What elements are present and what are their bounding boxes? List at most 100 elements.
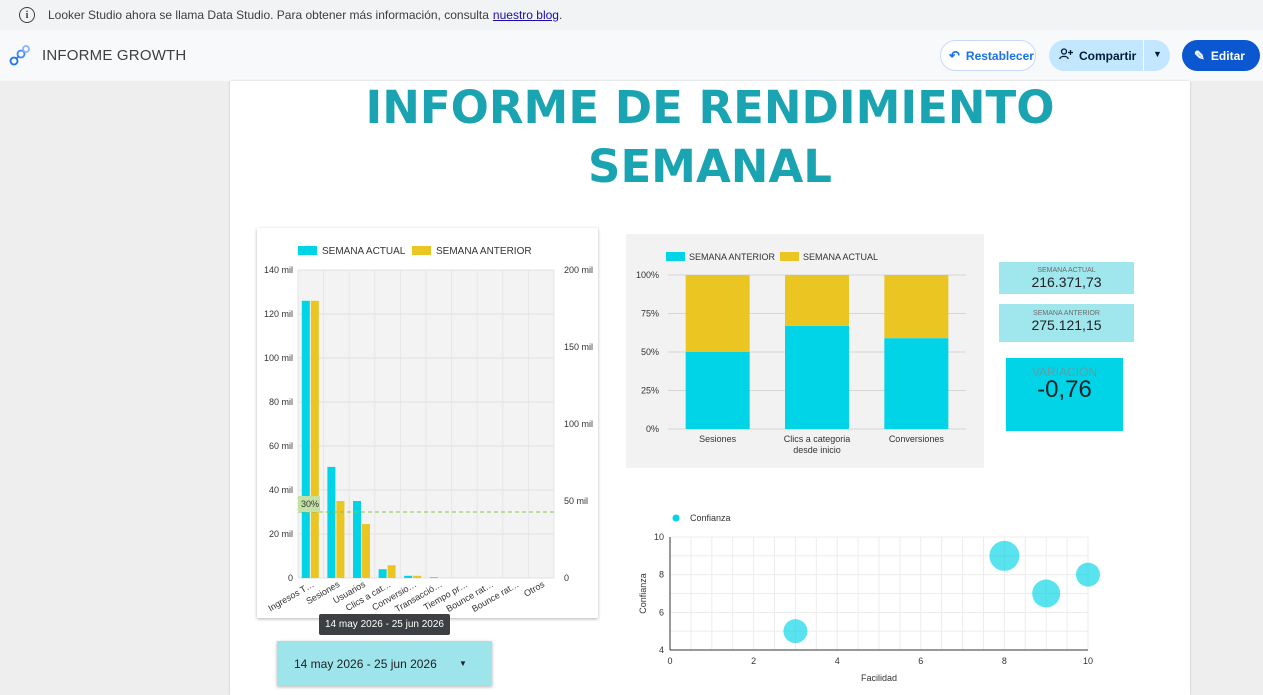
stacked-bar-segment [884,275,949,339]
share-button[interactable]: Compartir ▼ [1049,40,1170,71]
x-tick-label: 6 [918,656,923,666]
y-tick-label: 10 [654,532,664,542]
y-right-tick-label: 0 [564,573,569,583]
app-header: INFORME GROWTH ↶ Restablecer Compartir ▼… [0,30,1263,81]
report-title: INFORME DE RENDIMIENTO SEMANAL [230,81,1190,194]
y-tick-label: 100% [636,270,659,280]
scatter-point [989,540,1020,571]
report-name[interactable]: INFORME GROWTH [42,47,186,64]
y-tick-label: 75% [641,309,659,319]
blog-link[interactable]: nuestro blog [493,8,559,22]
scatter-chart-svg: Confianza 0 2 4 6 8 10 4 6 8 10 Facilidad Confianza [638,513,1100,683]
bar [429,577,438,578]
y-tick-label: 4 [659,645,664,655]
reference-line-label: 30% [301,499,319,509]
stacked-bar-segment [785,325,849,429]
legend-label: SEMANA ACTUAL [322,246,406,257]
y-right-tick-label: 100 mil [564,419,593,429]
date-range-value: 14 may 2026 - 25 jun 2026 [294,656,437,671]
y-left-tick-label: 120 mil [264,309,293,319]
undo-icon: ↶ [949,47,960,63]
pencil-icon: ✎ [1194,47,1205,63]
y-tick-label: 8 [659,570,664,580]
legend-marker [672,514,680,522]
x-tick-label: 4 [835,656,840,666]
report-canvas: INFORME DE RENDIMIENTO SEMANAL SEMANA AC… [230,81,1190,695]
date-range-control[interactable]: 14 may 2026 - 25 jun 2026 ▼ [277,641,492,686]
notice-text: Looker Studio ahora se llama Data Studio… [48,8,489,22]
x-tick-label-line2: desde inicio [793,445,841,455]
kpi-variation-value: -0,76 [1037,376,1092,403]
date-tooltip: 14 may 2026 - 25 jun 2026 [319,614,450,635]
share-dropdown-icon[interactable]: ▼ [1153,49,1162,59]
x-tick-label: Conversiones [889,434,945,444]
kpi-previous-week[interactable]: SEMANA ANTERIOR 275.121,15 [999,304,1134,342]
stacked-percent-chart-svg: SEMANA ANTERIOR SEMANA ACTUAL 0% 25% 50% 75% 1… [636,252,966,455]
edit-label: Editar [1210,48,1245,63]
info-icon: i [19,7,35,23]
stacked-bar-segment [785,275,849,326]
bar [301,300,310,578]
bar [327,466,336,578]
y-left-tick-label: 80 mil [269,397,293,407]
reset-label: Restablecer [965,48,1034,63]
scatter-point [1032,579,1061,608]
kpi-current-label: SEMANA ACTUAL [1037,267,1096,274]
report-title-line1: INFORME DE RENDIMIENTO [365,81,1055,134]
y-right-tick-label: 50 mil [564,496,588,506]
x-tick-label: Sesiones [699,434,737,444]
bar [310,300,319,578]
legend-label: Confianza [690,513,731,523]
y-tick-label: 6 [659,607,664,617]
x-tick-label: 10 [1083,656,1093,666]
bar [353,501,361,578]
report-title-line2: SEMANAL [588,140,832,193]
share-label: Compartir [1079,48,1137,63]
scatter-point [783,619,808,644]
y-left-tick-label: 60 mil [269,441,293,451]
x-tick-label: 0 [667,656,672,666]
y-left-tick-label: 20 mil [269,529,293,539]
add-person-icon [1059,48,1073,63]
share-divider [1143,40,1144,71]
kpi-previous-label: SEMANA ANTERIOR [1033,310,1100,317]
legend-swatch [666,252,685,261]
chevron-down-icon: ▼ [459,659,467,668]
bar [404,575,413,578]
notice-tail: . [558,8,563,22]
y-right-tick-label: 200 mil [564,265,593,275]
bar [378,569,387,578]
kpi-current-week[interactable]: SEMANA ACTUAL 216.371,73 [999,262,1134,294]
stacked-bar-segment [685,275,750,352]
edit-button[interactable]: ✎ Editar [1182,40,1260,71]
y-left-tick-label: 100 mil [264,353,293,363]
scatter-point [1076,562,1100,587]
scatter-chart[interactable]: Confianza 0 2 4 6 8 10 4 6 8 10 Facilidad Confianza [626,501,1106,695]
stacked-percent-chart[interactable]: SEMANA ANTERIOR SEMANA ACTUAL 0% 25% 50% 75% 1… [626,234,984,468]
data-studio-logo-icon[interactable] [9,44,31,67]
kpi-variation[interactable]: VARIACIÓN -0,76 [1006,358,1123,431]
y-right-tick-label: 150 mil [564,342,593,352]
x-tick-label: Otros [522,579,546,599]
bar [413,575,422,578]
legend-label: SEMANA ANTERIOR [436,246,532,257]
x-axis-label: Facilidad [861,673,897,683]
stacked-bar-segment [884,338,949,429]
legend-label: SEMANA ACTUAL [803,252,878,262]
bar [336,501,345,578]
weekly-bar-chart-svg: SEMANA ACTUAL SEMANA ANTERIOR 0 20 mil 40 mi… [264,246,593,614]
weekly-bar-chart[interactable]: SEMANA ACTUAL SEMANA ANTERIOR 0 20 mil 40 mi… [257,228,598,618]
y-tick-label: 25% [641,386,659,396]
y-left-tick-label: 0 [288,573,293,583]
notice-bar: i Looker Studio ahora se llama Data Stud… [0,0,1263,30]
x-tick-label: 2 [751,656,756,666]
bar [362,524,370,578]
legend-swatch [780,252,799,261]
legend-swatch [298,246,317,255]
y-left-tick-label: 40 mil [269,485,293,495]
y-axis-label: Confianza [638,573,648,614]
reset-button[interactable]: ↶ Restablecer [940,40,1036,71]
y-tick-label: 50% [641,347,659,357]
x-tick-label: 8 [1002,656,1007,666]
y-left-tick-label: 140 mil [264,265,293,275]
